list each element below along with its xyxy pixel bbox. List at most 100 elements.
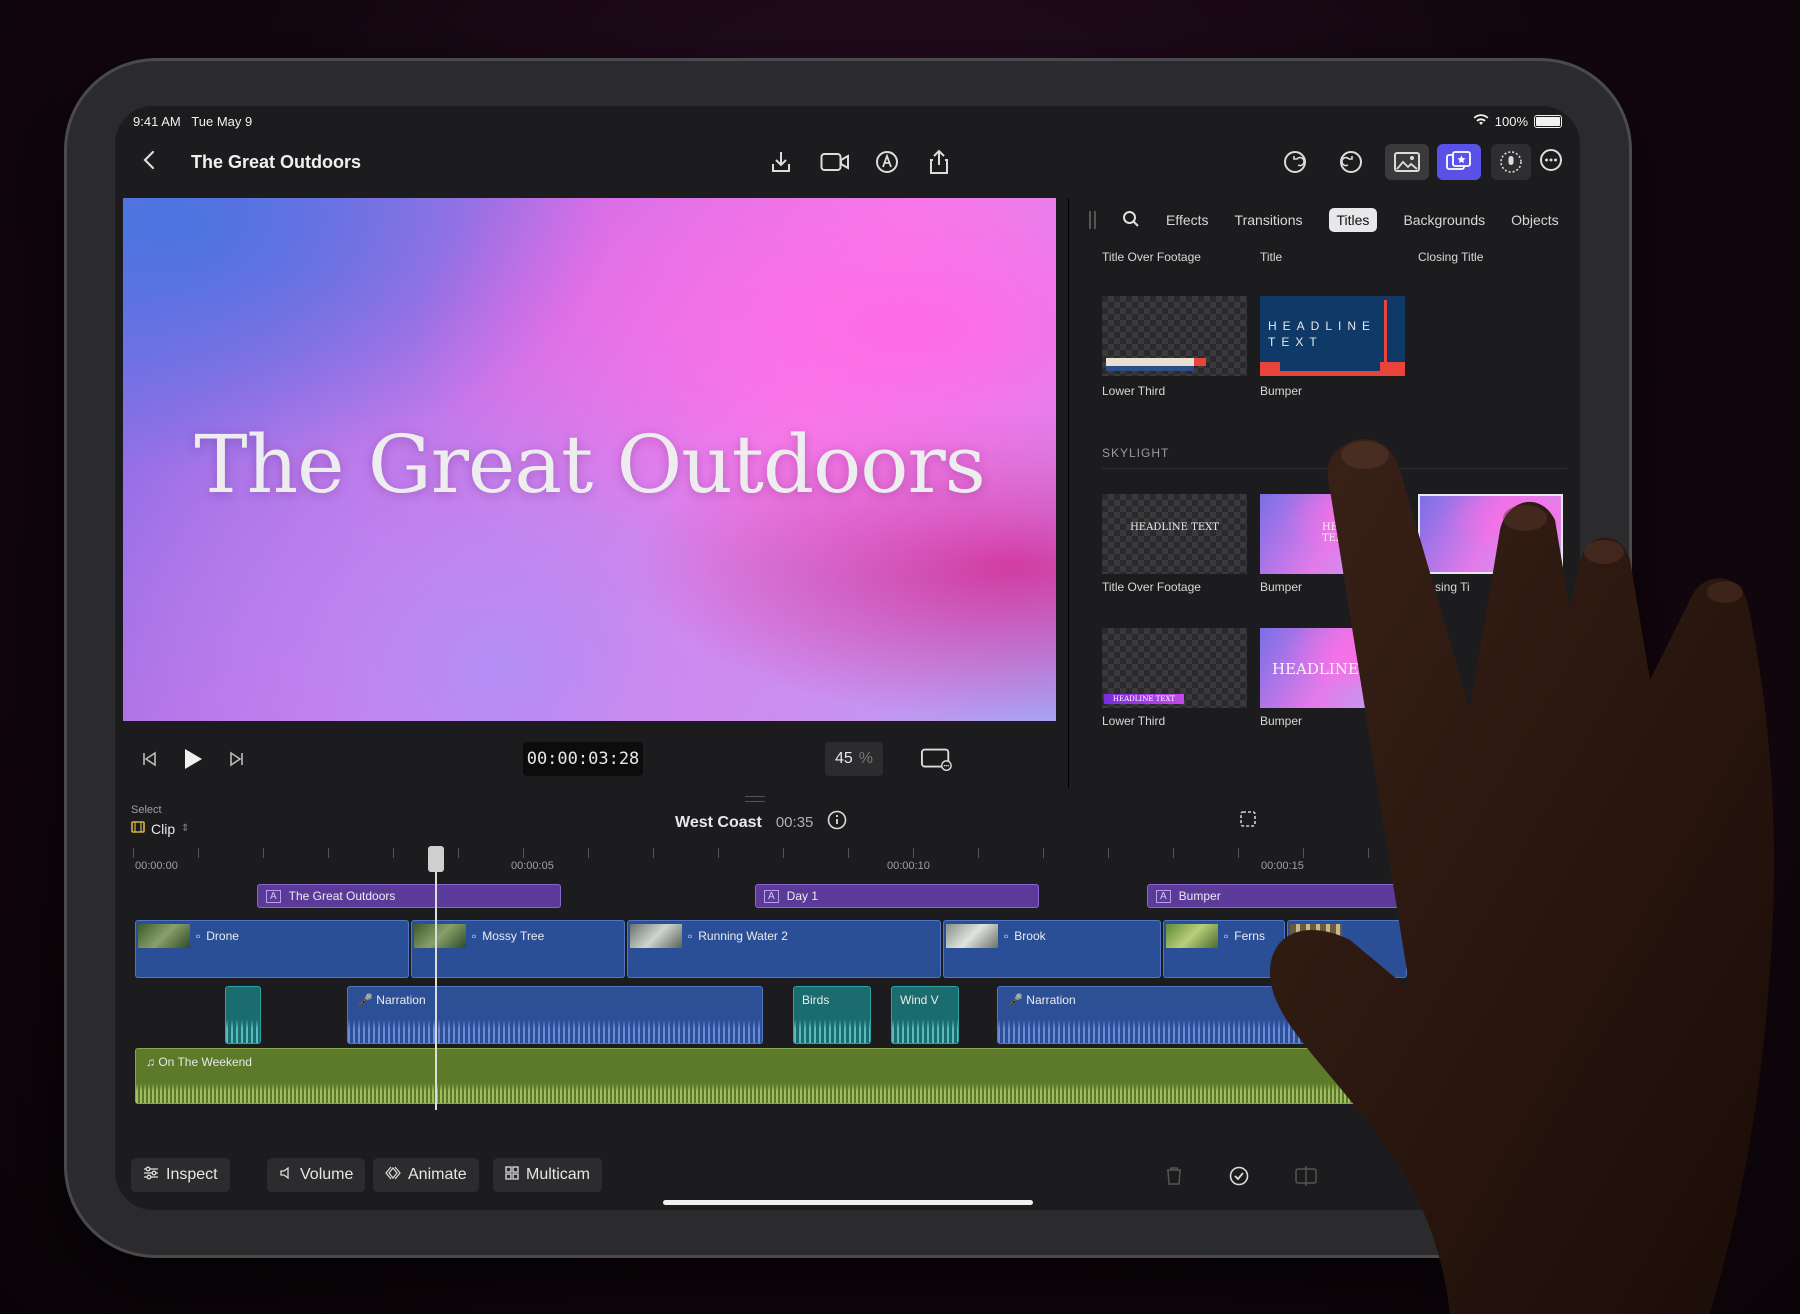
lower-third-bar xyxy=(1106,366,1194,371)
content-browser-icon[interactable] xyxy=(1437,144,1481,180)
status-right: 100% xyxy=(1473,114,1562,129)
camera-icon[interactable] xyxy=(819,146,851,178)
zoom-unit: % xyxy=(858,750,874,767)
video-clip-name: Mossy Tree xyxy=(482,929,545,943)
home-indicator[interactable] xyxy=(663,1200,1033,1205)
clip-thumbnail xyxy=(630,924,682,948)
drag-handle-icon[interactable] xyxy=(1089,211,1096,229)
audio-clip[interactable] xyxy=(225,986,261,1044)
clip-thumbnail xyxy=(1290,924,1342,948)
trash-icon[interactable] xyxy=(1165,1166,1183,1191)
audio-clip[interactable]: Birds xyxy=(793,986,871,1044)
tab-effects[interactable]: Effects xyxy=(1166,212,1209,228)
bumper-accent xyxy=(1384,300,1387,362)
video-clip-name: Brook xyxy=(1014,929,1046,943)
volume-button[interactable]: Volume xyxy=(267,1158,366,1192)
audio-clip-name: Narration xyxy=(1026,993,1076,1007)
clip-thumbnail xyxy=(414,924,466,948)
back-chevron-icon[interactable] xyxy=(133,144,165,176)
viewer-options-icon[interactable] xyxy=(921,743,953,775)
music-clip[interactable]: ♫ On The Weekend xyxy=(135,1048,1565,1104)
status-date: Tue May 9 xyxy=(191,114,253,129)
video-clip[interactable]: ▫ Brook xyxy=(943,920,1161,978)
title-clip[interactable]: A Day 1 xyxy=(755,884,1039,908)
audio-clip-header: 🎤 Narration xyxy=(348,987,762,1013)
select-label: Select xyxy=(131,804,162,816)
thumb-label: Title Over Footage xyxy=(1102,580,1201,594)
share-icon[interactable] xyxy=(923,146,955,178)
photos-icon[interactable] xyxy=(1385,144,1429,180)
content-browser: Effects Transitions Titles Backgrounds O… xyxy=(1068,198,1580,788)
more-options-icon[interactable] xyxy=(1535,144,1567,176)
timeline-ruler[interactable]: 00:00:00 00:00:05 00:00:10 00:00:15 xyxy=(115,848,1580,876)
video-clip[interactable]: ▫ Drone xyxy=(135,920,409,978)
title-clip-name: Bumper xyxy=(1178,889,1221,903)
waveform xyxy=(226,1019,260,1043)
title-thumb-title[interactable]: HEADLI TEX xyxy=(1260,494,1405,574)
multicam-button[interactable]: Multicam xyxy=(493,1158,603,1192)
title-thumb-lower-third[interactable] xyxy=(1102,296,1247,376)
title-thumb-bumper[interactable]: HEADLINE TEXT xyxy=(1260,296,1405,376)
battery-percent: 100% xyxy=(1494,114,1528,129)
skip-back-icon[interactable] xyxy=(133,743,165,775)
thumb-headline: HEADLI TEX xyxy=(1322,522,1364,544)
search-icon[interactable] xyxy=(1122,210,1140,231)
audio-clip[interactable]: 🎤 Narration xyxy=(997,986,1397,1044)
import-icon[interactable] xyxy=(765,146,797,178)
mic-icon: 🎤 xyxy=(1008,993,1023,1007)
playhead[interactable] xyxy=(435,848,437,1110)
app-screen: 9:41 AM Tue May 9 100% The Great Outdoor… xyxy=(115,106,1580,1210)
viewer-title-text: The Great Outdoors xyxy=(194,418,986,511)
video-clip[interactable] xyxy=(1287,920,1407,978)
animate-button[interactable]: Animate xyxy=(373,1158,479,1192)
thumb-label: Lower Third xyxy=(1102,384,1166,398)
video-clip[interactable]: ▫ Ferns xyxy=(1163,920,1285,978)
tab-titles[interactable]: Titles xyxy=(1328,208,1378,232)
markup-pen-icon[interactable] xyxy=(871,146,903,178)
voiceover-icon[interactable] xyxy=(1491,144,1531,180)
skip-forward-icon[interactable] xyxy=(221,743,253,775)
status-time-date: 9:41 AM Tue May 9 xyxy=(133,114,252,129)
inspect-button[interactable]: Inspect xyxy=(131,1158,230,1192)
tab-backgrounds[interactable]: Backgrounds xyxy=(1403,212,1485,228)
title-clip[interactable]: A Bumper xyxy=(1147,884,1447,908)
audio-clip[interactable]: 🎤 Narration xyxy=(347,986,763,1044)
select-mode[interactable]: Clip ⇕ xyxy=(131,820,190,837)
zoom-value: 45 xyxy=(834,750,853,767)
timeline-project-name: West Coast xyxy=(675,813,762,831)
split-icon[interactable] xyxy=(1295,1166,1317,1191)
thumb-label: Closing Title xyxy=(1418,250,1484,264)
clip-thumbnail xyxy=(1166,924,1218,948)
playhead-handle[interactable] xyxy=(428,846,444,872)
video-clip[interactable]: ▫ Running Water 2 xyxy=(627,920,941,978)
battery-icon xyxy=(1534,115,1562,128)
title-thumb-bumper-skylight[interactable]: HEADLINE TEX xyxy=(1260,628,1405,708)
audio-clip-header: 🎤 Narration xyxy=(998,987,1396,1013)
music-clip-header: ♫ On The Weekend xyxy=(136,1049,1564,1075)
zoom-level[interactable]: 45 % xyxy=(825,742,883,776)
play-icon[interactable] xyxy=(177,743,209,775)
project-info: West Coast 00:35 xyxy=(675,810,847,835)
redo-icon[interactable] xyxy=(1335,146,1367,178)
thumb-label: Title Over Footage xyxy=(1102,250,1201,264)
mic-icon: 🎤 xyxy=(358,993,373,1007)
checkmark-icon[interactable] xyxy=(1229,1166,1249,1191)
video-viewer[interactable]: The Great Outdoors xyxy=(123,198,1056,721)
clip-thumbnail xyxy=(138,924,190,948)
timeline-header: Select Clip ⇕ West Coast 00:35 xyxy=(115,796,1580,846)
browser-tabs: Effects Transitions Titles Backgrounds O… xyxy=(1069,198,1580,242)
title-clip[interactable]: A The Great Outdoors xyxy=(257,884,561,908)
panel-resize-handle-icon[interactable] xyxy=(745,796,765,802)
title-thumb-lower-third-skylight[interactable]: HEADLINE TEXT xyxy=(1102,628,1247,708)
tab-transitions[interactable]: Transitions xyxy=(1235,212,1303,228)
tab-objects[interactable]: Objects xyxy=(1511,212,1558,228)
inspect-label: Inspect xyxy=(166,1166,218,1183)
undo-icon[interactable] xyxy=(1279,146,1311,178)
video-clip[interactable]: ▫ Mossy Tree xyxy=(411,920,625,978)
title-thumb-closing-title[interactable] xyxy=(1418,494,1563,574)
title-thumb-title-over-footage[interactable]: HEADLINE TEXT xyxy=(1102,494,1247,574)
timeline-zoom-icon[interactable] xyxy=(1239,810,1259,835)
audio-clip[interactable]: Wind V xyxy=(891,986,959,1044)
info-icon[interactable] xyxy=(827,810,847,835)
lower-third-accent xyxy=(1194,358,1206,366)
